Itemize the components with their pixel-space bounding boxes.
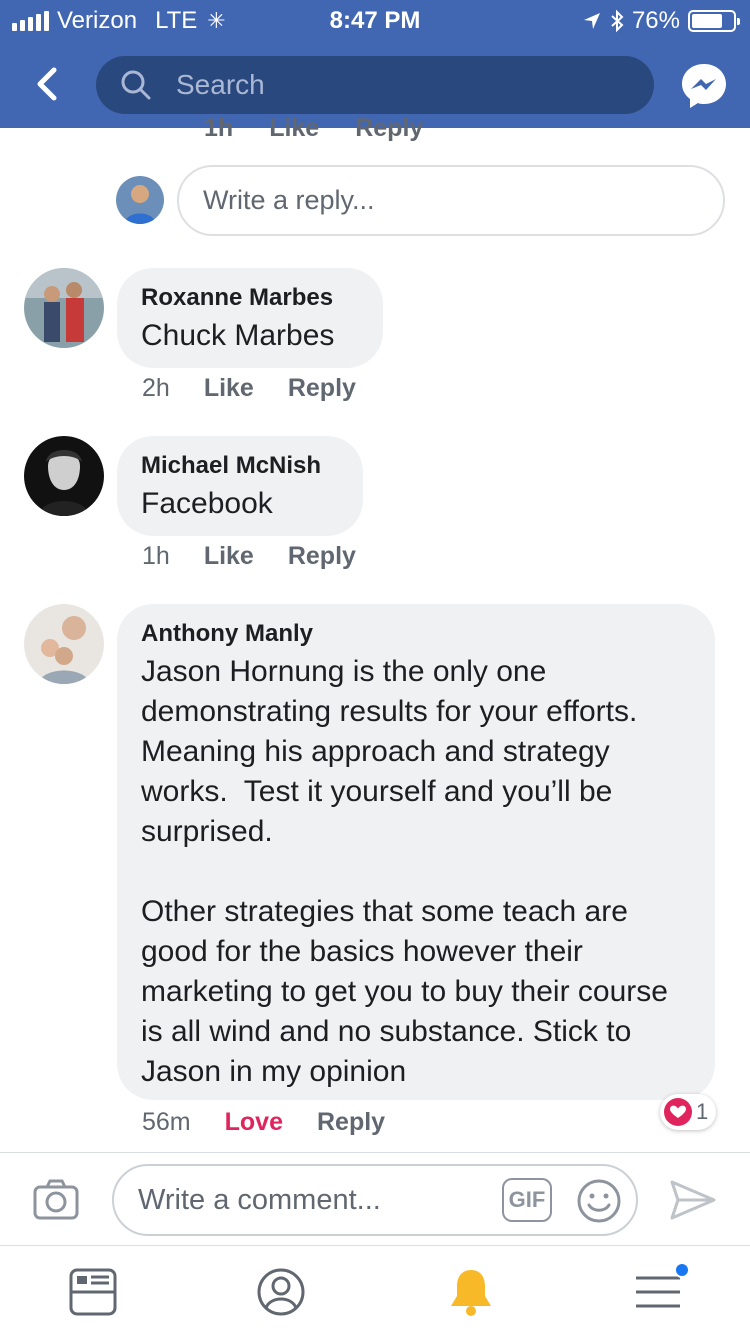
reply-button[interactable]: Reply [288,542,356,571]
messenger-icon[interactable] [678,60,730,112]
top-bar: Verizon LTE ✳ 8:47 PM 76% [0,0,750,128]
profile-icon[interactable] [255,1266,307,1318]
send-icon[interactable] [668,1176,718,1224]
avatar[interactable] [24,268,104,348]
comment-text: Facebook [141,487,273,520]
comment-text: Chuck Marbes [141,319,335,352]
love-button[interactable]: Love [225,1108,283,1137]
previous-reply-button[interactable]: Reply [355,114,423,144]
comment-actions: 56m Love Reply [142,1108,385,1137]
battery-percent: 76% [631,7,680,34]
gif-button[interactable]: GIF [502,1178,552,1222]
previous-like-button[interactable]: Like [269,114,319,144]
comment-actions: 1h Like Reply [142,542,356,571]
search-bar[interactable] [96,56,654,114]
previous-comment-actions: 1h Like Reply [204,112,423,144]
comment-bubble[interactable]: Roxanne Marbes Chuck Marbes [117,268,383,368]
camera-icon[interactable] [32,1176,80,1224]
comment-time: 2h [142,374,170,402]
comment-author[interactable]: Anthony Manly [141,620,691,648]
status-bar: Verizon LTE ✳ 8:47 PM 76% [0,0,750,42]
comment-time: 56m [142,1108,191,1136]
menu-notification-dot [674,1262,690,1278]
reply-input[interactable]: Write a reply... [177,165,725,236]
avatar[interactable] [24,436,104,516]
comment-actions: 2h Like Reply [142,374,356,403]
comment-composer[interactable]: GIF [112,1164,638,1236]
bottom-tab-bar [0,1246,750,1334]
like-button[interactable]: Like [204,542,254,571]
bluetooth-icon [611,9,624,33]
location-arrow-icon [583,13,600,29]
previous-time: 1h [204,114,234,142]
notifications-bell-icon[interactable] [445,1266,497,1318]
reaction-count[interactable]: 1 [660,1094,717,1130]
reply-button[interactable]: Reply [317,1108,385,1137]
heart-icon [664,1098,692,1126]
battery-icon [688,10,740,32]
sticker-smiley-icon[interactable] [576,1178,622,1224]
comment-bubble[interactable]: Michael McNish Facebook [117,436,363,536]
search-input[interactable] [176,69,616,101]
my-avatar[interactable] [116,176,164,224]
reply-button[interactable]: Reply [288,374,356,403]
comment-time: 1h [142,542,170,570]
comment-author[interactable]: Roxanne Marbes [141,284,359,312]
reaction-count-value: 1 [696,1099,709,1124]
search-icon [121,70,151,100]
comment-text: Jason Hornung is the only one demonstrat… [141,655,668,1088]
like-button[interactable]: Like [204,374,254,403]
comment-input[interactable] [138,1183,478,1217]
news-feed-icon[interactable] [68,1266,120,1318]
comment-author[interactable]: Michael McNish [141,452,339,480]
comment-bubble[interactable]: Anthony Manly Jason Hornung is the only … [117,604,715,1100]
avatar[interactable] [24,604,104,684]
composer-divider [0,1152,750,1153]
back-chevron-icon[interactable] [30,62,66,106]
